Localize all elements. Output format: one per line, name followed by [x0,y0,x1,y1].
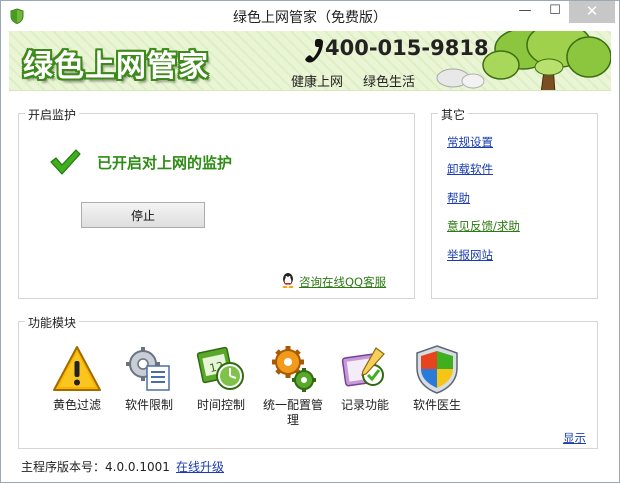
monitor-group-label: 开启监护 [25,106,80,123]
maximize-button[interactable]: ☐ [541,1,569,23]
tree-icon [482,31,611,90]
other-group-label: 其它 [438,106,469,123]
software-limit-icon [126,347,170,391]
stop-button[interactable]: 停止 [81,202,205,228]
slogan-green-life: 绿色生活 [363,75,416,90]
module-software-limit[interactable]: 软件限制 [114,344,184,413]
phone-number: 400-015-9818 [325,36,489,60]
feedback-link[interactable]: 意见反馈/求助 [447,218,520,234]
config-gears-icon [272,346,316,392]
record-icon [341,347,385,387]
brand-logo-text: 绿色上网管家 [23,49,209,84]
close-button[interactable]: ✕ [569,1,615,23]
module-label: 软件限制 [124,398,173,412]
minimize-button[interactable]: — [511,1,539,23]
title-bar[interactable]: 绿色上网管家（免费版） — ☐ ✕ [1,1,619,31]
module-label: 时间控制 [196,398,245,412]
module-label: 记录功能 [340,398,389,412]
online-upgrade-link[interactable]: 在线升级 [176,458,224,475]
settings-link[interactable]: 常规设置 [447,134,493,150]
header-banner: 绿色上网管家 400-015-9818 健康上网 绿色生活 [9,31,611,91]
module-label: 黄色过滤 [52,398,101,412]
module-content-filter[interactable]: 黄色过滤 [42,344,112,413]
phone-icon [305,39,323,63]
uninstall-link[interactable]: 卸载软件 [447,161,493,177]
show-link[interactable]: 显示 [563,430,586,446]
modules-group: 功能模块 黄色过滤 软件限制 12 时间控制 统一配置管理 记录功能 软件医生 … [18,314,598,449]
module-config-management[interactable]: 统一配置管理 [258,344,328,428]
qq-support-link[interactable]: 咨询在线QQ客服 [299,274,386,290]
warning-icon [53,346,101,391]
slogan-healthy: 健康上网 [291,75,344,90]
module-label: 统一配置管理 [262,398,323,427]
other-group: 其它 常规设置 卸载软件 帮助 意见反馈/求助 举报网站 [431,106,598,299]
time-control-icon: 12 [196,346,244,390]
report-site-link[interactable]: 举报网站 [447,247,493,263]
shield-icon [416,345,458,394]
help-link[interactable]: 帮助 [447,190,470,206]
module-time-control[interactable]: 12 时间控制 [186,344,256,413]
modules-group-label: 功能模块 [25,314,80,331]
app-window: 绿色上网管家（免费版） — ☐ ✕ 绿色上网管家 400-015-9818 健康… [0,0,620,483]
version-text: 主程序版本号：4.0.0.1001 [21,460,170,474]
module-label: 软件医生 [412,398,461,412]
module-record[interactable]: 记录功能 [330,344,400,413]
monitor-status-text: 已开启对上网的监护 [97,154,233,172]
qq-penguin-icon [282,273,294,288]
checkmark-icon [50,149,81,175]
monitor-group: 开启监护 已开启对上网的监护 停止 咨询在线QQ客服 [18,106,415,299]
module-software-doctor[interactable]: 软件医生 [402,344,472,413]
